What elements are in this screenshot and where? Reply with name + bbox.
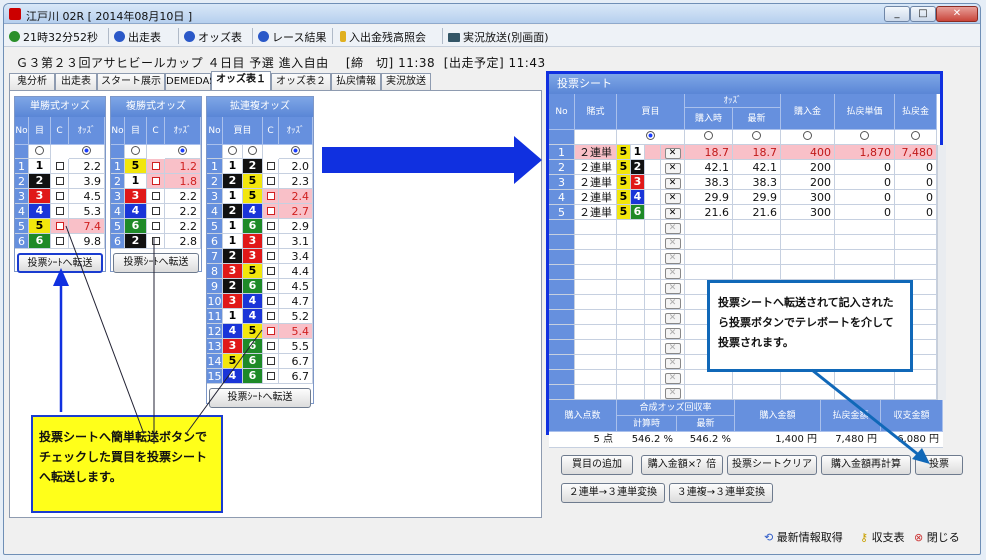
refresh-button[interactable]: ⟲ 最新情報取得	[764, 529, 843, 545]
left-arrow-head-icon	[53, 268, 69, 286]
pointer-line-1	[65, 225, 145, 435]
big-arrow-icon	[322, 136, 542, 184]
refresh-icon: ⟲	[764, 531, 774, 544]
refresh-label: 最新情報取得	[776, 531, 843, 544]
annotation-arrows	[53, 136, 930, 464]
app-window: 江戸川 02R [ 2014年08月10日 ] _ □ ✕ 21時32分52秒 …	[3, 3, 981, 555]
pointer-line-3	[185, 329, 263, 435]
right-arrow-line	[811, 368, 921, 458]
close-button[interactable]: ⊗ 閉じる	[914, 529, 960, 545]
ledger-button[interactable]: ⚷ 収支表	[860, 529, 905, 545]
close-label: 閉じる	[926, 531, 960, 544]
ledger-label: 収支表	[871, 531, 905, 544]
key-icon: ⚷	[860, 531, 869, 544]
close-icon: ⊗	[914, 531, 924, 544]
